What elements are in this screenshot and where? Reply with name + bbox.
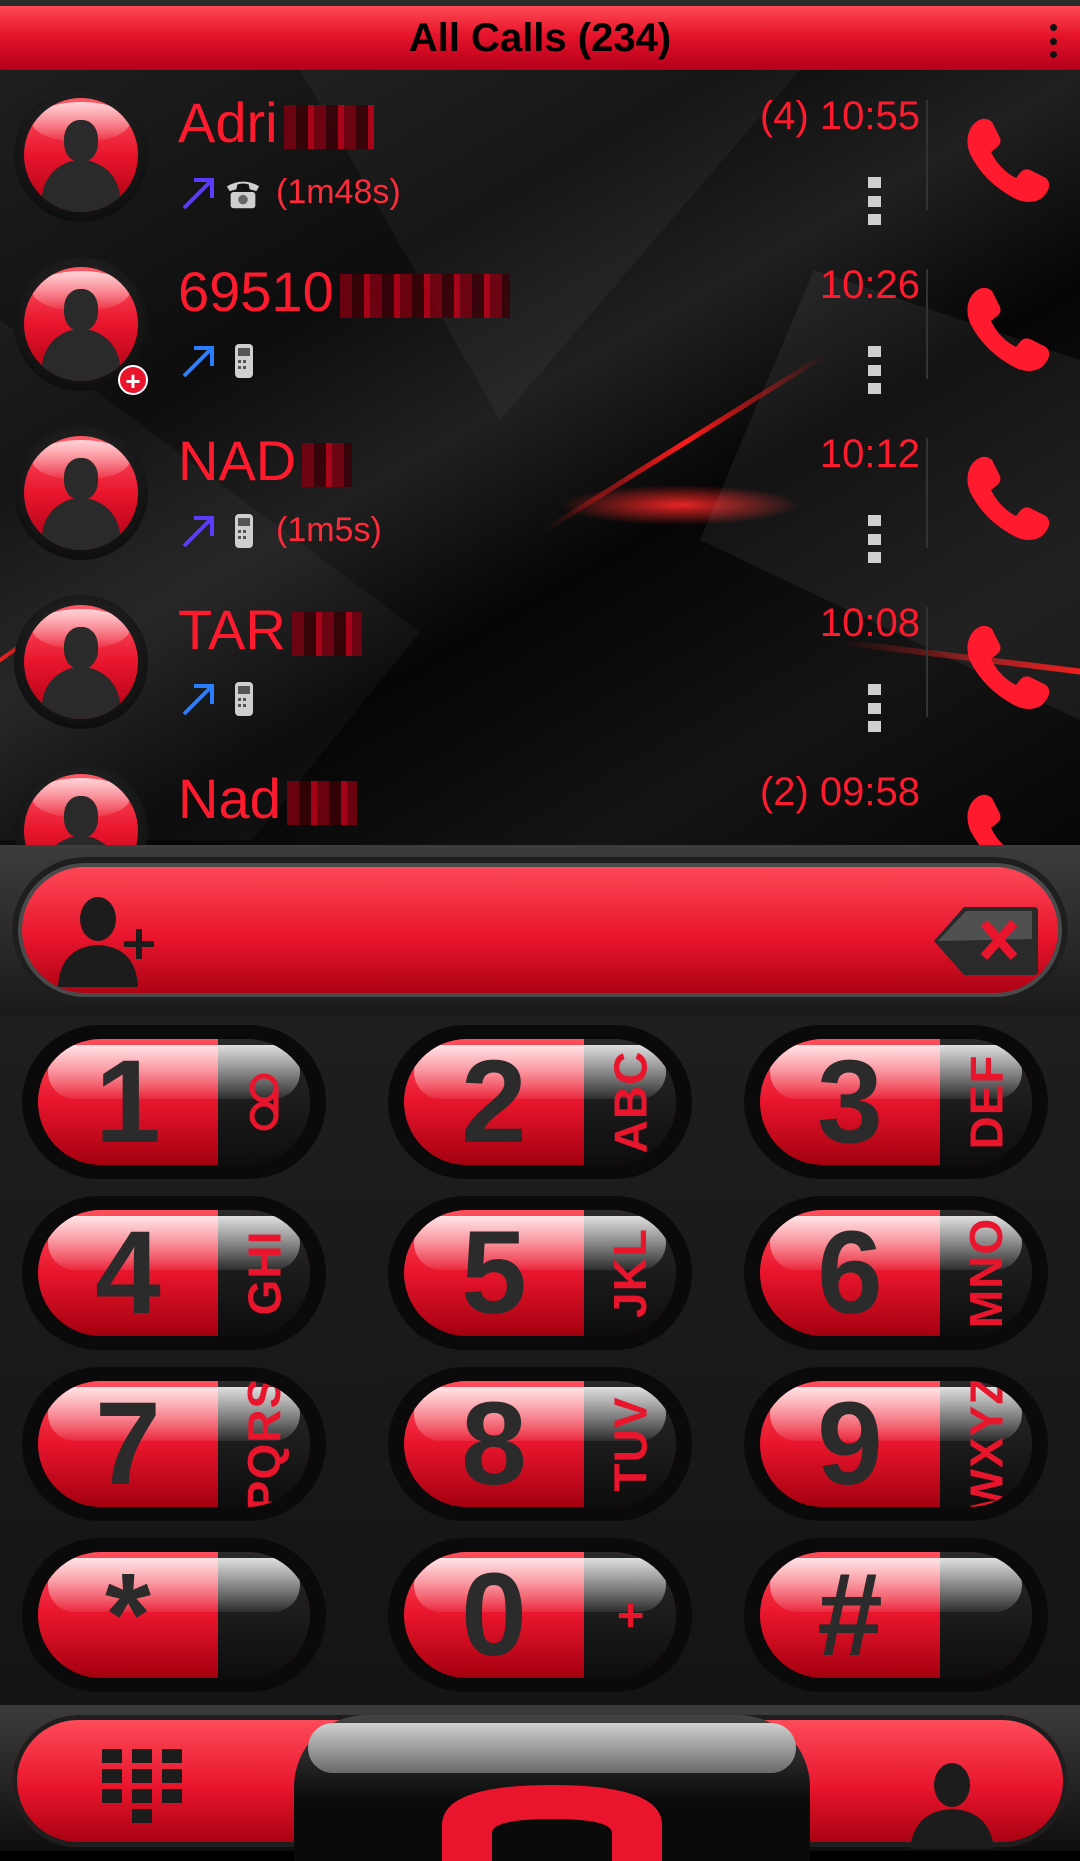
caller-name: TAR — [178, 598, 286, 661]
bottom-action-bar — [0, 1705, 1080, 1861]
outgoing-call-arrow-icon — [182, 515, 214, 547]
add-contact-icon[interactable] — [52, 889, 172, 989]
key-letters: ABC — [604, 1050, 657, 1154]
key-letters: TUV — [604, 1396, 656, 1492]
key-1[interactable]: 1 — [22, 1025, 326, 1179]
row-overflow-menu-icon[interactable] — [866, 684, 882, 732]
row-overflow-menu-icon[interactable] — [866, 346, 882, 394]
landline-phone-icon — [226, 181, 260, 208]
key-digit: 6 — [817, 1210, 883, 1336]
contact-avatar[interactable]: + — [14, 257, 148, 395]
overflow-menu-icon[interactable] — [1046, 24, 1060, 58]
contact-avatar[interactable] — [14, 426, 148, 560]
key-5[interactable]: 5 JKL — [388, 1196, 692, 1350]
mobile-phone-icon — [235, 682, 253, 716]
call-button[interactable] — [294, 1715, 810, 1861]
key-0[interactable]: 0 + — [388, 1538, 692, 1692]
mobile-phone-icon — [235, 513, 253, 548]
backspace-icon[interactable] — [934, 905, 1038, 977]
call-time: 10:08 — [819, 601, 920, 645]
redacted-text — [302, 443, 353, 488]
key-digit: 7 — [95, 1381, 161, 1507]
key-digit: 8 — [461, 1381, 527, 1507]
key-letters: GHI — [238, 1230, 290, 1316]
key-letters: + — [604, 1601, 656, 1629]
key-letters: PQRS — [238, 1381, 290, 1507]
key-digit: 3 — [817, 1039, 883, 1165]
contacts-icon[interactable] — [902, 1755, 1002, 1851]
redacted-text — [339, 274, 510, 319]
call-details: (1m48s) — [180, 173, 401, 212]
contact-avatar[interactable] — [14, 88, 148, 222]
call-time: 10:26 — [819, 263, 920, 307]
call-time: 10:12 — [819, 432, 920, 476]
call-back-button[interactable] — [958, 786, 1058, 845]
key-letters: DEF — [960, 1054, 1012, 1150]
call-duration: (1m48s) — [276, 173, 401, 211]
call-log-list[interactable]: Adri (4) 10:55 (1m48s) + 69510 10:26 NAD… — [0, 70, 1080, 845]
contact-avatar[interactable] — [14, 764, 148, 845]
key-6[interactable]: 6 MNO — [744, 1196, 1048, 1350]
call-back-button[interactable] — [958, 279, 1058, 379]
dialpad-icon[interactable] — [92, 1739, 192, 1839]
call-back-button[interactable] — [958, 448, 1058, 548]
add-contact-badge-icon[interactable]: + — [118, 365, 148, 395]
key-letters: MNO — [960, 1217, 1013, 1329]
call-log-row[interactable]: Nad (2) 09:58 — [0, 746, 1080, 845]
call-log-row[interactable]: + 69510 10:26 — [0, 239, 1080, 408]
key-digit: * — [105, 1552, 151, 1678]
page-title: All Calls (234) — [408, 15, 672, 60]
phone-handset-icon — [442, 1785, 662, 1861]
dialpad: 1 2 ABC 3 DEF 4 GHI 5 JKL 6 MNO 7 PQRS 8… — [0, 1015, 1080, 1705]
call-time: (2) 09:58 — [759, 770, 920, 814]
call-duration: (1m5s) — [276, 511, 382, 549]
row-overflow-menu-icon[interactable] — [866, 515, 882, 563]
outgoing-call-arrow-icon — [182, 346, 214, 378]
outgoing-call-arrow-icon — [182, 684, 214, 716]
dialed-number[interactable] — [202, 897, 902, 967]
key-hash[interactable]: # — [744, 1538, 1048, 1692]
key-7[interactable]: 7 PQRS — [22, 1367, 326, 1521]
key-digit: # — [817, 1552, 883, 1678]
caller-name: Nad — [178, 767, 281, 830]
key-4[interactable]: 4 GHI — [22, 1196, 326, 1350]
caller-name: Adri — [178, 91, 278, 154]
call-back-button[interactable] — [958, 110, 1058, 210]
contact-avatar[interactable] — [14, 595, 148, 729]
key-star[interactable]: * — [22, 1538, 326, 1692]
key-digit: 2 — [461, 1039, 527, 1165]
redacted-text — [286, 781, 357, 826]
call-back-button[interactable] — [958, 617, 1058, 717]
key-3[interactable]: 3 DEF — [744, 1025, 1048, 1179]
key-2[interactable]: 2 ABC — [388, 1025, 692, 1179]
call-time: (4) 10:55 — [759, 94, 920, 138]
redacted-text — [283, 105, 374, 150]
dial-input-area — [0, 845, 1080, 1015]
key-digit: 4 — [95, 1210, 161, 1336]
outgoing-call-arrow-icon — [182, 177, 214, 209]
redacted-text — [291, 612, 362, 657]
call-details — [180, 680, 276, 718]
call-log-row[interactable]: Adri (4) 10:55 (1m48s) — [0, 70, 1080, 239]
call-details — [180, 342, 276, 380]
key-digit: 0 — [461, 1552, 527, 1678]
key-8[interactable]: 8 TUV — [388, 1367, 692, 1521]
key-letters: JKL — [604, 1228, 656, 1318]
call-details: (1m5s) — [180, 511, 382, 550]
key-9[interactable]: 9 WXYZ — [744, 1367, 1048, 1521]
key-digit: 1 — [95, 1039, 161, 1165]
number-input-bar[interactable] — [12, 857, 1068, 1003]
mobile-phone-icon — [235, 344, 253, 378]
voicemail-icon — [249, 1073, 279, 1131]
call-log-row[interactable]: NAD 10:12 (1m5s) — [0, 408, 1080, 577]
row-overflow-menu-icon[interactable] — [866, 177, 882, 225]
key-digit: 5 — [461, 1210, 527, 1336]
call-log-row[interactable]: TAR 10:08 — [0, 577, 1080, 746]
caller-name: NAD — [178, 429, 297, 492]
caller-name: 69510 — [178, 260, 334, 323]
title-bar: All Calls (234) — [0, 0, 1080, 70]
key-letters: WXYZ — [960, 1381, 1013, 1507]
key-digit: 9 — [817, 1381, 883, 1507]
